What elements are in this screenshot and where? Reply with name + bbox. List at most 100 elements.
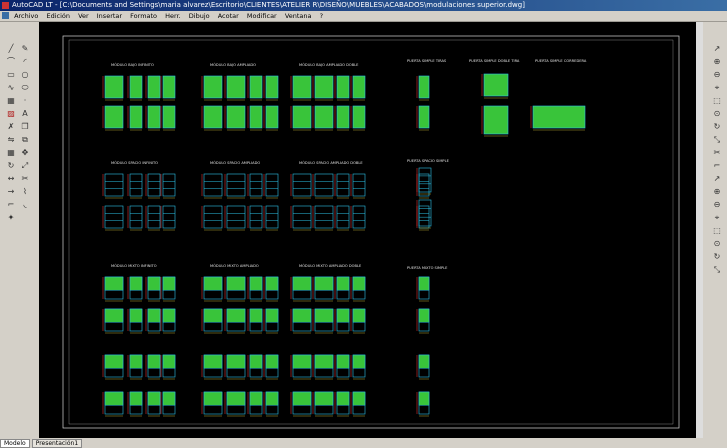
section-label: MÓDULO BAJO AMPLIADO <box>210 62 256 67</box>
point-icon[interactable]: · <box>20 96 30 106</box>
cabinet-module <box>147 173 161 197</box>
chamfer-icon[interactable]: ⌐ <box>6 200 16 210</box>
right-tool-icon[interactable]: ⬚ <box>712 96 722 106</box>
cabinet-module <box>352 205 366 229</box>
ellipse-icon[interactable]: ⬭ <box>20 83 30 93</box>
door-panel <box>129 276 143 291</box>
text-icon[interactable]: A <box>20 109 30 119</box>
cabinet-module <box>203 205 223 229</box>
break-icon[interactable]: ⌇ <box>20 187 30 197</box>
menu-formato[interactable]: Formato <box>130 12 157 20</box>
right-tool-icon[interactable]: ⤡ <box>712 265 722 275</box>
right-tool-icon[interactable]: ↗ <box>712 174 722 184</box>
autocad-app-icon <box>2 2 9 9</box>
section-label: MÓDULO SPACIO AMPLIADO DOBLE <box>299 160 363 165</box>
cabinet-module <box>314 205 334 229</box>
drawing-area[interactable]: MÓDULO BAJO INFINITO MÓDULO BAJO AMPLIADO… <box>39 22 703 438</box>
fillet-icon[interactable]: ◟ <box>20 200 30 210</box>
copy-icon[interactable]: ❐ <box>20 122 30 132</box>
menu-insertar[interactable]: Insertar <box>97 12 122 20</box>
menu-ventana[interactable]: Ventana <box>285 12 312 20</box>
right-tool-icon[interactable]: ↻ <box>712 122 722 132</box>
scale-icon[interactable]: ⤢ <box>20 161 30 171</box>
right-tool-icon[interactable]: ↗ <box>712 44 722 54</box>
right-tool-icon[interactable]: ⊖ <box>712 200 722 210</box>
polyline-icon[interactable]: ⌒ <box>6 57 16 67</box>
cabinet-module <box>147 75 161 99</box>
vertical-scrollbar[interactable] <box>696 22 703 438</box>
door-panel <box>418 391 430 406</box>
right-tool-icon[interactable]: ⌖ <box>712 83 722 93</box>
right-tool-icon[interactable]: ⬚ <box>712 226 722 236</box>
rotate-icon[interactable]: ↻ <box>6 161 16 171</box>
menu-ayuda[interactable]: ? <box>320 12 323 20</box>
right-tool-icon[interactable]: ⊕ <box>712 187 722 197</box>
door-panel <box>292 308 312 323</box>
door-panel <box>314 391 334 406</box>
door-panel <box>162 276 176 291</box>
cabinet-module <box>352 173 366 197</box>
cabinet-module <box>104 205 124 229</box>
cabinet-module <box>249 105 263 129</box>
door-panel <box>203 276 223 291</box>
cabinet-module <box>483 73 509 97</box>
door-panel <box>292 276 312 291</box>
erase-icon[interactable]: ✗ <box>6 122 16 132</box>
cabinet-module <box>336 105 350 129</box>
cabinet-module <box>104 105 124 129</box>
door-panel <box>265 276 279 291</box>
right-tool-icon[interactable]: ⊙ <box>712 239 722 249</box>
hatch-icon[interactable]: ▨ <box>6 109 16 119</box>
drawing-svg[interactable]: MÓDULO BAJO INFINITO MÓDULO BAJO AMPLIADO… <box>39 22 703 438</box>
right-tool-icon[interactable]: ✂ <box>712 148 722 158</box>
explode-icon[interactable]: ✦ <box>6 213 16 223</box>
door-panel <box>292 354 312 369</box>
cabinet-module <box>292 75 312 99</box>
cabinet-module <box>162 205 176 229</box>
right-tool-icon[interactable]: ⊙ <box>712 109 722 119</box>
door-panel <box>147 354 161 369</box>
door-panel <box>203 308 223 323</box>
menu-archivo[interactable]: Archivo <box>14 12 38 20</box>
cabinet-module <box>336 205 350 229</box>
section-label: MÓDULO MIXTO AMPLIADO DOBLE <box>299 263 362 268</box>
block-icon[interactable]: ▦ <box>6 96 16 106</box>
section-label: MÓDULO SPACIO AMPLIADO <box>210 160 260 165</box>
menu-ver[interactable]: Ver <box>78 12 89 20</box>
right-tool-icon[interactable]: ↻ <box>712 252 722 262</box>
tab-modelo[interactable]: Modelo <box>0 439 30 448</box>
pencil-icon[interactable]: ✎ <box>20 44 30 54</box>
offset-icon[interactable]: ⧉ <box>20 135 30 145</box>
mirror-icon[interactable]: ⇋ <box>6 135 16 145</box>
line-icon[interactable]: ╱ <box>6 44 16 54</box>
trim-icon[interactable]: ✂ <box>20 174 30 184</box>
menu-modificar[interactable]: Modificar <box>247 12 277 20</box>
menu-bar: Archivo Edición Ver Insertar Formato Her… <box>0 11 727 22</box>
array-icon[interactable]: ▦ <box>6 148 16 158</box>
right-tool-icon[interactable]: ⌐ <box>712 161 722 171</box>
document-icon[interactable] <box>2 12 9 19</box>
cabinet-module <box>249 173 263 197</box>
cabinet-module <box>162 173 176 197</box>
tab-presentacion[interactable]: Presentación1 <box>31 439 83 448</box>
menu-dibujo[interactable]: Dibujo <box>189 12 210 20</box>
menu-herramientas[interactable]: Herr. <box>165 12 181 20</box>
right-tool-icon[interactable]: ⤡ <box>712 135 722 145</box>
right-tool-icon[interactable]: ⊖ <box>712 70 722 80</box>
door-panel <box>249 391 263 406</box>
arc-icon[interactable]: ◜ <box>20 57 30 67</box>
menu-acotar[interactable]: Acotar <box>218 12 239 20</box>
extend-icon[interactable]: → <box>6 187 16 197</box>
spline-icon[interactable]: ∿ <box>6 83 16 93</box>
circle-icon[interactable]: ○ <box>20 70 30 80</box>
move-icon[interactable]: ✥ <box>20 148 30 158</box>
menu-edicion[interactable]: Edición <box>46 12 70 20</box>
door-label: PUERTA SIMPLE TIRAS <box>407 59 447 63</box>
section-label: MÓDULO MIXTO INFINITO <box>111 263 157 268</box>
right-tool-icon[interactable]: ⊕ <box>712 57 722 67</box>
door-panel <box>226 354 246 369</box>
cabinet-module <box>314 173 334 197</box>
right-tool-icon[interactable]: ⌖ <box>712 213 722 223</box>
stretch-icon[interactable]: ↔ <box>6 174 16 184</box>
rectangle-icon[interactable]: ▭ <box>6 70 16 80</box>
